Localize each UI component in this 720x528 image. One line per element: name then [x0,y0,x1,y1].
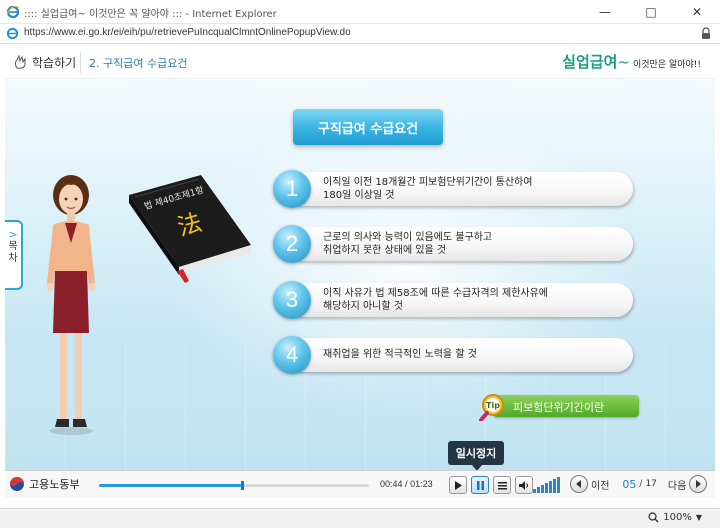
pause-button[interactable] [471,476,489,494]
progress-fill [99,484,243,487]
play-button[interactable] [449,476,467,494]
progress-handle[interactable] [241,481,245,490]
lesson-stage: 학습하기 2. 구직급여 수급요건 실업급여 ~ 이것만은 알아야!! > 목 … [5,45,715,470]
status-bar: 100% ▼ [0,508,720,528]
total-time: 01:23 [410,479,433,489]
org-logo: 고용노동부 [9,476,80,492]
breadcrumb: 2. 구직급여 수급요건 [89,57,188,70]
arrow-left-icon [576,480,581,488]
pause-icon [476,480,484,490]
requirement-item: 2 근로의 의사와 능력이 있음에도 불구하고 취업하지 못한 상태에 있을 것 [273,225,633,263]
toc-tab[interactable]: > 목 차 [5,220,23,290]
requirement-text: 근로의 의사와 능력이 있음에도 불구하고 취업하지 못한 상태에 있을 것 [323,232,493,256]
requirement-number: 2 [273,225,311,263]
requirement-text: 이직일 이전 18개월간 피보험단위기간이 통산하여 180일 이상일 것 [323,177,533,201]
lesson-header: 학습하기 2. 구직급여 수급요건 실업급여 ~ 이것만은 알아야!! [5,45,715,79]
time-readout: 00:44 / 01:23 [380,479,433,489]
window-title: :::: 실업급여~ 이것만은 꼭 알아야 ::: - Internet Exp… [24,9,277,20]
mute-button[interactable] [515,476,533,494]
internet-explorer-icon [6,5,20,19]
requirement-item: 4 재취업을 위한 적극적인 노력을 할 것 [273,336,633,374]
page-navigator: 이전 05 / 17 다음 [570,475,708,493]
law-book: 법 제40조제1항 法 [125,175,255,285]
progress-track[interactable] [99,481,369,490]
learn-button[interactable]: 학습하기 [11,51,81,73]
menu-button[interactable] [493,476,511,494]
requirement-text: 이직 사유가 법 제58조에 따른 수급자격의 제한사유에 해당하지 아니할 것 [323,288,548,312]
next-page-button[interactable] [689,475,708,493]
tip-badge: Tip [486,401,500,410]
zoom-level: 100% [663,512,692,523]
brand-main: 실업급여 [562,53,618,71]
brand-logo: 실업급여 ~ 이것만은 알아야!! [562,51,701,72]
arrow-right-icon [696,480,702,488]
close-button[interactable]: ✕ [674,0,720,24]
org-name: 고용노동부 [29,478,80,491]
media-player-bar: 고용노동부 00:44 / 01:23 이전 05 / 17 다음 [5,470,715,498]
section-title: 구직급여 수급요건 [317,121,419,137]
address-bar[interactable]: https://www.ei.go.kr/ei/eih/pu/retrieveP… [0,24,720,44]
url-text[interactable]: https://www.ei.go.kr/ei/eih/pu/retrieveP… [24,27,351,38]
prev-page-button[interactable] [570,475,588,493]
play-icon [454,480,462,490]
government-emblem-icon [10,477,24,491]
page-current: 05 [622,477,637,491]
prev-label[interactable]: 이전 [591,477,609,492]
tip-button[interactable]: Tip 피보험단위기간이란 [479,393,639,421]
requirement-item: 1 이직일 이전 18개월간 피보험단위기간이 통산하여 180일 이상일 것 [273,170,633,208]
zoom-control[interactable]: 100% ▼ [648,512,702,523]
toc-label-2: 차 [8,253,18,264]
internet-explorer-icon [6,27,19,40]
requirement-item: 3 이직 사유가 법 제58조에 따른 수급자격의 제한사유에 해당하지 아니할… [273,281,633,319]
requirement-number: 3 [273,281,311,319]
next-label[interactable]: 다음 [668,477,686,492]
page-total: 17 [645,479,657,489]
section-title-button: 구직급여 수급요건 [293,109,443,145]
brand-tilde: ~ [617,53,630,71]
minimize-button[interactable]: — [582,0,628,24]
learn-label: 학습하기 [32,55,77,70]
tip-label: 피보험단위기간이란 [513,401,605,414]
current-time: 00:44 [380,479,403,489]
chevron-right-icon: > [8,228,18,241]
list-icon [497,481,507,489]
volume-level[interactable] [533,477,560,493]
lock-icon[interactable] [700,27,712,40]
toc-label-1: 목 [8,241,18,252]
window-titlebar: :::: 실업급여~ 이것만은 꼭 알아야 ::: - Internet Exp… [0,0,720,24]
speaker-icon [519,480,528,490]
pause-tooltip: 일시정지 [448,441,504,471]
requirement-number: 1 [273,170,311,208]
requirement-number: 4 [273,336,311,374]
zoom-icon [648,512,659,523]
hand-icon [15,54,26,69]
chevron-down-icon[interactable]: ▼ [696,513,702,522]
requirement-text: 재취업을 위한 적극적인 노력을 할 것 [323,349,477,360]
brand-sub: 이것만은 알아야!! [632,60,701,70]
presenter-illustration [46,175,96,435]
page-separator: / [639,479,643,489]
maximize-button[interactable]: □ [628,0,674,24]
